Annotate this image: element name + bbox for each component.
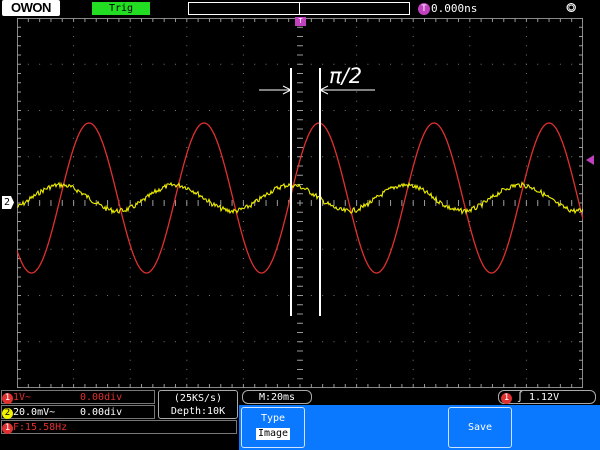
trigger-readout: 1 ∫ 1.12V — [498, 390, 596, 404]
ch2-badge: 2 — [2, 408, 13, 419]
waveform-display — [17, 18, 583, 388]
sample-rate: (25KS/s) — [173, 393, 223, 404]
timebase-readout: M:20ms — [242, 390, 312, 404]
ch1-offset: 0.00div — [80, 392, 123, 403]
ch1-badge: 1 — [2, 393, 13, 404]
phase-cursors — [259, 68, 375, 316]
trigger-level-marker[interactable] — [586, 155, 594, 165]
owon-logo: OWON — [2, 0, 60, 16]
ch2-info: 2 20.0mV~ 0.00div — [1, 405, 155, 419]
trigger-source-badge: 1 — [501, 393, 512, 404]
freq-badge: 1 — [2, 423, 13, 434]
soft-menu: Type Image Save — [239, 405, 600, 450]
waveform-position-bar — [188, 2, 410, 15]
frequency-value: F:15.58Hz — [13, 422, 68, 433]
trigger-slope-icon: ∫ — [517, 392, 524, 403]
frequency-measurement: 1 F:15.58Hz — [1, 420, 237, 434]
type-button[interactable]: Type Image — [241, 407, 305, 448]
ch1-waveform — [17, 122, 583, 274]
trigger-offset-value: 0.000ns — [431, 2, 478, 15]
ch1-scale: 1V~ — [13, 392, 32, 403]
trigger-status-badge: Trig — [92, 2, 150, 15]
acquisition-info: (25KS/s) Depth:10K — [158, 390, 238, 419]
trigger-position-marker[interactable]: T — [295, 17, 306, 26]
usb-icon: ⭗ — [566, 1, 577, 16]
ch1-info: 1 1V~ 0.00div — [1, 390, 155, 404]
trigger-offset-icon: T — [418, 3, 430, 15]
save-button[interactable]: Save — [448, 407, 512, 448]
ch2-waveform — [17, 181, 583, 216]
info-panel: 1 1V~ 0.00div 2 20.0mV~ 0.00div 1 F:15.58Hz… — [0, 388, 600, 450]
memory-depth: Depth:10K — [170, 406, 226, 417]
ch2-ground-marker[interactable]: 2 — [2, 196, 14, 209]
ch2-offset: 0.00div — [80, 407, 123, 418]
trigger-offset-readout: T 0.000ns — [418, 1, 477, 16]
waveform-layer — [17, 68, 583, 316]
phase-annotation: π/2 — [329, 64, 363, 88]
trigger-position-tick — [299, 3, 300, 14]
type-button-label: Type — [260, 413, 286, 424]
trigger-level: 1.12V — [529, 392, 560, 403]
type-button-value: Image — [255, 428, 291, 440]
ch2-scale: 20.0mV~ — [13, 407, 56, 418]
status-bar: OWON Trig T 0.000ns ⭗ — [0, 0, 600, 17]
